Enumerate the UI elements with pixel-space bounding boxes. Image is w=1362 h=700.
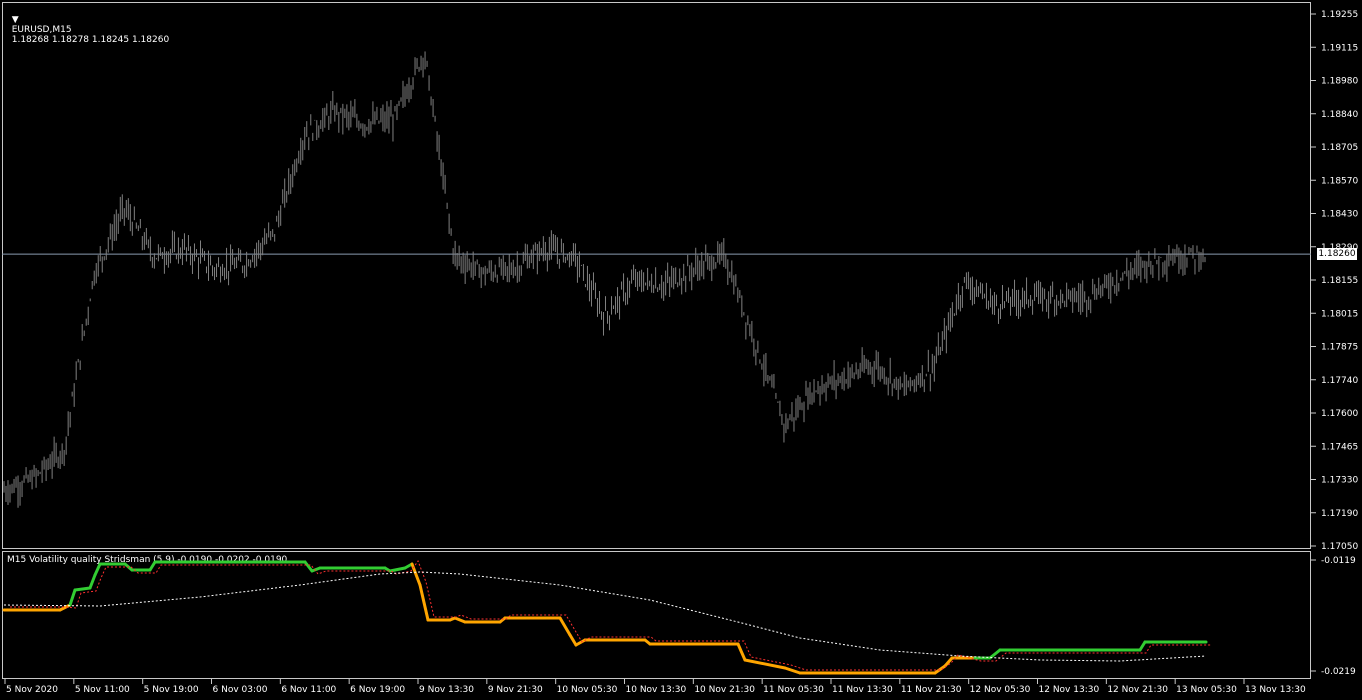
price-axis-label: 1.19255 — [1321, 10, 1358, 20]
time-axis-label: 5 Nov 11:00 — [75, 685, 130, 695]
signal-line — [10, 559, 1212, 671]
price-axis-label: 1.18155 — [1321, 276, 1358, 286]
vq-line-segment — [933, 664, 947, 675]
price-axis-label: 1.17050 — [1321, 542, 1358, 552]
vq-line-segment — [93, 562, 102, 577]
time-axis-label: 6 Nov 11:00 — [281, 685, 336, 695]
vq-line-segment — [303, 560, 314, 573]
vq-line-segment — [68, 588, 77, 607]
vq-line-segment — [568, 633, 578, 647]
price-axis-label: 1.18980 — [1321, 77, 1358, 87]
price-axis-label: 1.18015 — [1321, 309, 1358, 319]
price-axis-label: 1.17600 — [1321, 409, 1358, 419]
time-axis-label: 10 Nov 05:30 — [557, 685, 618, 695]
price-axis-label: 1.17465 — [1321, 442, 1358, 452]
time-axis-label: 12 Nov 13:30 — [1039, 685, 1100, 695]
chart-canvas[interactable]: 1.19255 1.19115 1.18980 1.18840 1.18705 1.185… — [0, 0, 1362, 700]
price-axis-label: 1.18705 — [1321, 143, 1358, 153]
time-axis-label: 10 Nov 21:30 — [694, 685, 755, 695]
price-axis-label: 1.17740 — [1321, 376, 1358, 386]
price-axis-label: 1.18430 — [1321, 210, 1358, 220]
time-axis-label: 5 Nov 19:00 — [144, 685, 199, 695]
vq-line-segment — [388, 566, 407, 573]
time-axis-label: 11 Nov 21:30 — [901, 685, 962, 695]
vq-line-segment — [88, 573, 97, 590]
time-axis-label: 13 Nov 13:30 — [1245, 685, 1306, 695]
price-axis-label: 1.18840 — [1321, 110, 1358, 120]
vq-line-segment — [988, 648, 1002, 660]
time-axis-label: 12 Nov 05:30 — [970, 685, 1031, 695]
vq-line-segment — [736, 642, 747, 662]
indicator-axis-label: -0.0219 — [1321, 667, 1356, 677]
price-axis-label: 1.18290 — [1321, 243, 1358, 253]
ma-line — [3, 571, 1207, 662]
vq-line-segment — [558, 616, 572, 637]
time-axis-label: 13 Nov 05:30 — [1176, 685, 1237, 695]
time-axis-label: 11 Nov 05:30 — [763, 685, 824, 695]
time-axis-label: 9 Nov 13:30 — [419, 685, 474, 695]
time-axis-label: 11 Nov 13:30 — [832, 685, 893, 695]
price-axis-label: 1.17875 — [1321, 343, 1358, 353]
time-axis-label: 9 Nov 21:30 — [488, 685, 543, 695]
vq-line-segment — [453, 616, 467, 624]
time-axis-label: 5 Nov 2020 — [6, 685, 58, 695]
vq-line-segment — [574, 638, 587, 647]
vq-line-segment — [73, 586, 92, 592]
time-axis-label: 12 Nov 21:30 — [1107, 685, 1168, 695]
time-axis-label: 6 Nov 03:00 — [213, 685, 268, 695]
vq-line-segment — [743, 658, 787, 670]
vq-line-segment — [418, 583, 430, 622]
price-axis-label: 1.18570 — [1321, 176, 1358, 186]
time-axis-label: 10 Nov 13:30 — [626, 685, 687, 695]
indicator-axis-label: -0.0119 — [1321, 556, 1356, 566]
price-axis-label: 1.17330 — [1321, 476, 1358, 486]
price-axis-label: 1.17190 — [1321, 509, 1358, 519]
time-axis-label: 6 Nov 19:00 — [350, 685, 405, 695]
price-axis-label: 1.19115 — [1321, 43, 1358, 53]
vq-line-segment — [783, 666, 802, 675]
